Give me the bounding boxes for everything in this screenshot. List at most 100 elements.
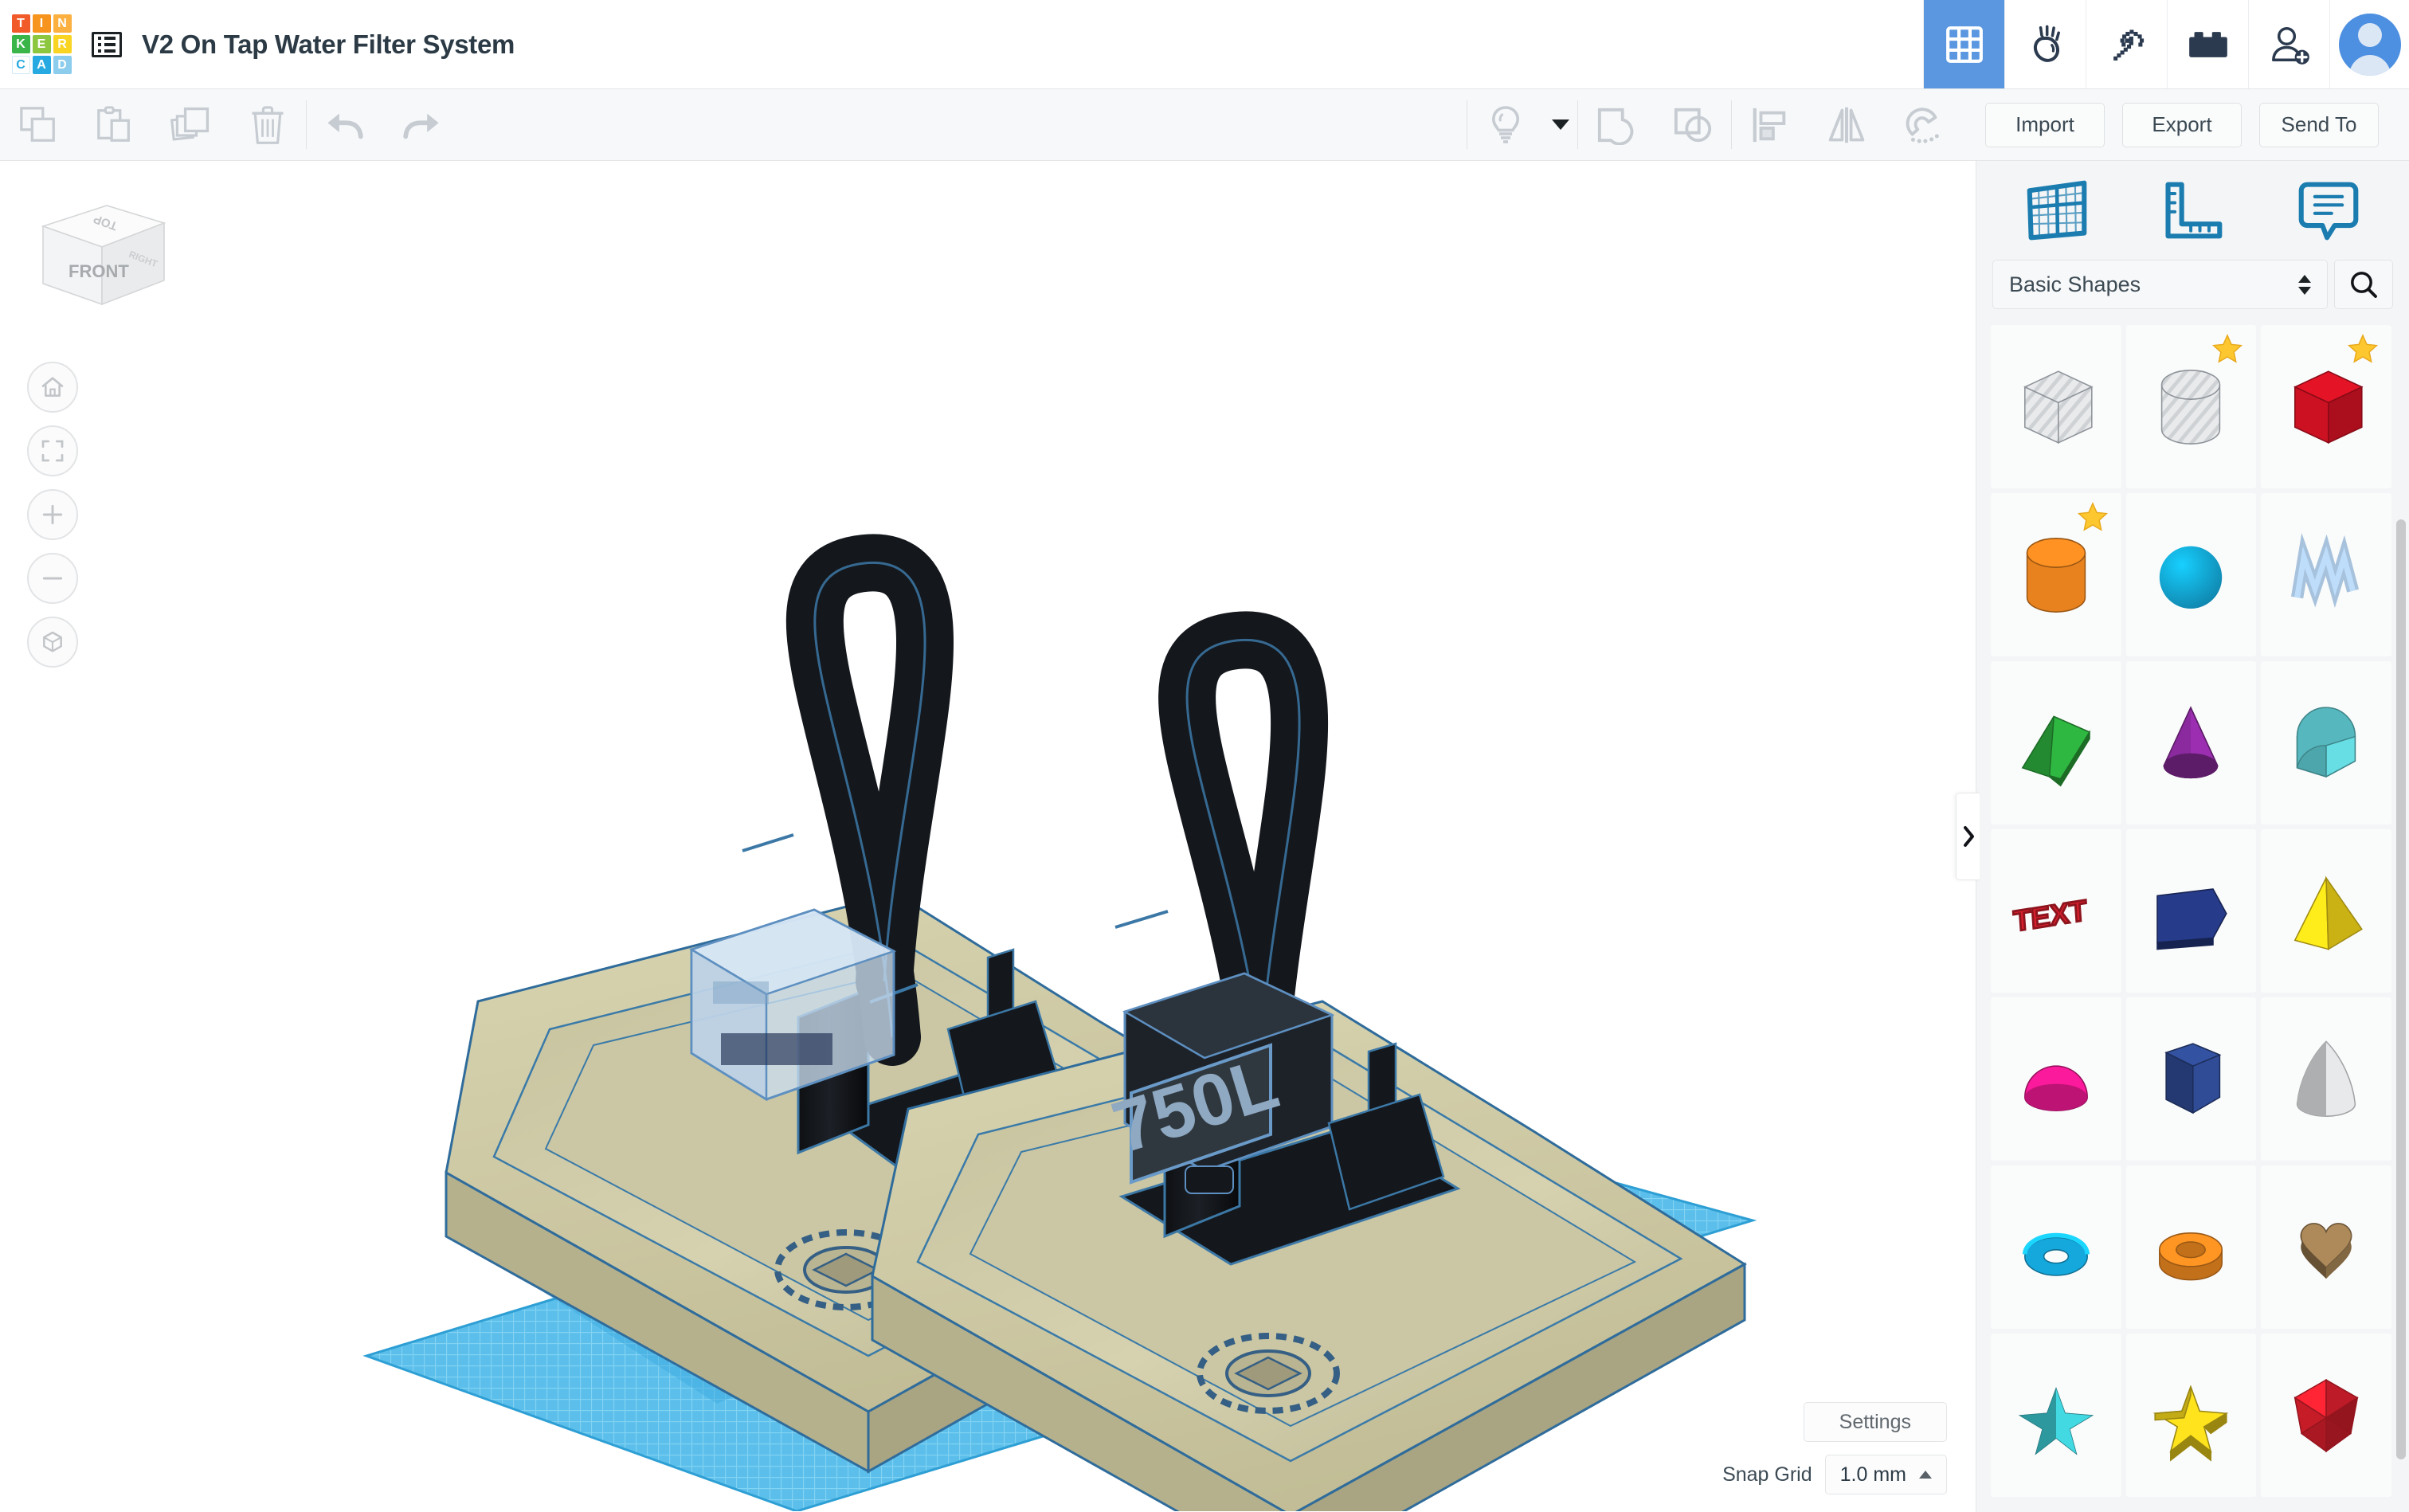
lightbulb-icon bbox=[1491, 105, 1520, 143]
workspace-row: 750L FRONT TOP RIGHT Settings Snap Grid … bbox=[0, 161, 2409, 1512]
zoom-in-icon bbox=[42, 504, 63, 525]
codeblocks-teach-button[interactable] bbox=[2004, 0, 2086, 88]
shape-item-torus-cyan[interactable] bbox=[1991, 1165, 2121, 1329]
hint-button[interactable] bbox=[1467, 89, 1544, 160]
minecraft-button[interactable] bbox=[2086, 0, 2167, 88]
paste-button[interactable] bbox=[76, 89, 153, 160]
add-person-icon bbox=[2271, 26, 2309, 65]
hint-dropdown-button[interactable] bbox=[1544, 89, 1577, 160]
grid-apps-icon bbox=[1945, 25, 1983, 63]
shape-item-half-cylinder-teal[interactable] bbox=[2261, 661, 2391, 825]
snap-grid-value: 1.0 mm bbox=[1839, 1463, 1906, 1486]
shape-item-text-red[interactable]: TEXT bbox=[1991, 829, 2121, 993]
scrollbar-thumb[interactable] bbox=[2396, 519, 2406, 1459]
viewcube-front-label: FRONT bbox=[69, 261, 129, 281]
shape-item-cylinder-hole[interactable] bbox=[2125, 325, 2257, 488]
group-icon bbox=[1597, 108, 1634, 145]
send-to-button[interactable]: Send To bbox=[2259, 102, 2379, 147]
import-button[interactable]: Import bbox=[1985, 102, 2105, 147]
tinkercad-logo[interactable]: TIN KER CAD bbox=[0, 0, 83, 88]
snap-grid-select[interactable]: 1.0 mm bbox=[1824, 1455, 1947, 1494]
history-tool-group bbox=[307, 89, 460, 160]
lego-brick-icon bbox=[2188, 31, 2227, 57]
shape-item-hex-prism-navy[interactable] bbox=[2125, 997, 2257, 1161]
shape-item-box-red[interactable] bbox=[2261, 325, 2391, 488]
home-view-icon bbox=[41, 377, 64, 397]
copy-icon bbox=[20, 106, 55, 142]
shape-item-scribble[interactable] bbox=[2261, 493, 2391, 656]
shape-item-box-hole[interactable] bbox=[1991, 325, 2121, 488]
tab-notes[interactable] bbox=[2281, 172, 2376, 249]
collapse-panel-button[interactable] bbox=[1956, 793, 1980, 880]
avatar bbox=[2338, 13, 2401, 76]
shape-item-polyhedron-red[interactable] bbox=[2261, 1334, 2391, 1497]
mirror-button[interactable] bbox=[1808, 89, 1885, 160]
chevron-up-icon bbox=[1919, 1471, 1932, 1479]
shape-item-pyramid-yellow[interactable] bbox=[2261, 829, 2391, 993]
viewport-nav-controls bbox=[27, 362, 78, 668]
favorite-star-icon bbox=[2347, 334, 2379, 363]
shape-category-select[interactable]: Basic Shapes bbox=[1992, 260, 2328, 309]
file-action-group: Import Export Send To bbox=[1961, 89, 2409, 160]
shape-item-star-yellow[interactable] bbox=[2125, 1334, 2257, 1497]
tab-ruler[interactable] bbox=[2145, 172, 2240, 249]
settings-button[interactable]: Settings bbox=[1803, 1402, 1947, 1442]
mirror-flip-icon bbox=[1828, 107, 1865, 143]
snap-magnet-button[interactable] bbox=[1885, 89, 1961, 160]
shape-item-cone-purple[interactable] bbox=[2125, 661, 2257, 825]
align-button[interactable] bbox=[1732, 89, 1808, 160]
shape-item-cylinder-orange[interactable] bbox=[1991, 493, 2121, 656]
tab-shapes[interactable] bbox=[2009, 172, 2105, 249]
document-title[interactable]: V2 On Tap Water Filter System bbox=[131, 0, 515, 88]
group-tool-group bbox=[1578, 89, 1731, 160]
home-view-button[interactable] bbox=[27, 362, 78, 413]
undo-icon bbox=[327, 113, 363, 139]
logo-tile-k: K bbox=[11, 35, 30, 53]
shape-item-polygon-navy[interactable] bbox=[2125, 829, 2257, 993]
header-icon-group bbox=[1923, 0, 2409, 88]
select-stepper-icon bbox=[2298, 274, 2311, 295]
add-person-button[interactable] bbox=[2248, 0, 2329, 88]
shape-panel-scrollbar[interactable] bbox=[2396, 519, 2406, 1502]
undo-button[interactable] bbox=[307, 89, 383, 160]
zoom-out-button[interactable] bbox=[27, 553, 78, 604]
zoom-in-button[interactable] bbox=[27, 489, 78, 540]
grid-apps-button[interactable] bbox=[1923, 0, 2004, 88]
shape-item-roof-wedge-green[interactable] bbox=[1991, 661, 2121, 825]
hint-tool-group bbox=[1467, 89, 1577, 160]
shape-item-heart-brown[interactable] bbox=[2261, 1165, 2391, 1329]
lego-blocks-button[interactable] bbox=[2167, 0, 2248, 88]
view-cube[interactable]: FRONT TOP RIGHT bbox=[29, 191, 172, 319]
shape-item-tube-orange[interactable] bbox=[2125, 1165, 2257, 1329]
ungroup-icon bbox=[1674, 108, 1712, 142]
shape-library-grid[interactable]: TEXT bbox=[1976, 325, 2409, 1512]
3d-model-scene[interactable]: 750L bbox=[0, 161, 1976, 1511]
user-account-button[interactable] bbox=[2329, 0, 2409, 88]
delete-button[interactable] bbox=[229, 89, 306, 160]
svg-text:TEXT: TEXT bbox=[2012, 893, 2088, 938]
shape-item-star-teal[interactable] bbox=[1991, 1334, 2121, 1497]
gallery-menu-button[interactable] bbox=[83, 0, 131, 88]
search-icon bbox=[2351, 272, 2377, 298]
chevron-down-icon bbox=[1552, 119, 1569, 130]
viewport-bottom-controls: Settings Snap Grid 1.0 mm bbox=[1722, 1402, 1947, 1494]
export-button[interactable]: Export bbox=[2122, 102, 2242, 147]
snap-grid-control: Snap Grid 1.0 mm bbox=[1722, 1455, 1947, 1494]
3d-viewport[interactable]: 750L FRONT TOP RIGHT Settings Snap Grid … bbox=[0, 161, 1976, 1512]
delete-trash-icon bbox=[252, 105, 284, 144]
paste-icon bbox=[97, 105, 130, 142]
favorite-star-icon bbox=[2212, 334, 2243, 363]
copy-button[interactable] bbox=[0, 89, 76, 160]
shape-item-paraboloid-grey[interactable] bbox=[2261, 997, 2391, 1161]
ortho-perspective-button[interactable] bbox=[27, 617, 78, 668]
group-button[interactable] bbox=[1578, 89, 1655, 160]
ungroup-button[interactable] bbox=[1655, 89, 1731, 160]
fit-to-view-button[interactable] bbox=[27, 425, 78, 476]
view-cube-icon: FRONT TOP RIGHT bbox=[41, 205, 166, 306]
duplicate-icon bbox=[170, 107, 210, 141]
redo-button[interactable] bbox=[383, 89, 460, 160]
duplicate-button[interactable] bbox=[153, 89, 229, 160]
shape-item-sphere-blue[interactable] bbox=[2125, 493, 2257, 656]
shape-search-button[interactable] bbox=[2334, 260, 2393, 309]
shape-item-hemisphere-pink[interactable] bbox=[1991, 997, 2121, 1161]
